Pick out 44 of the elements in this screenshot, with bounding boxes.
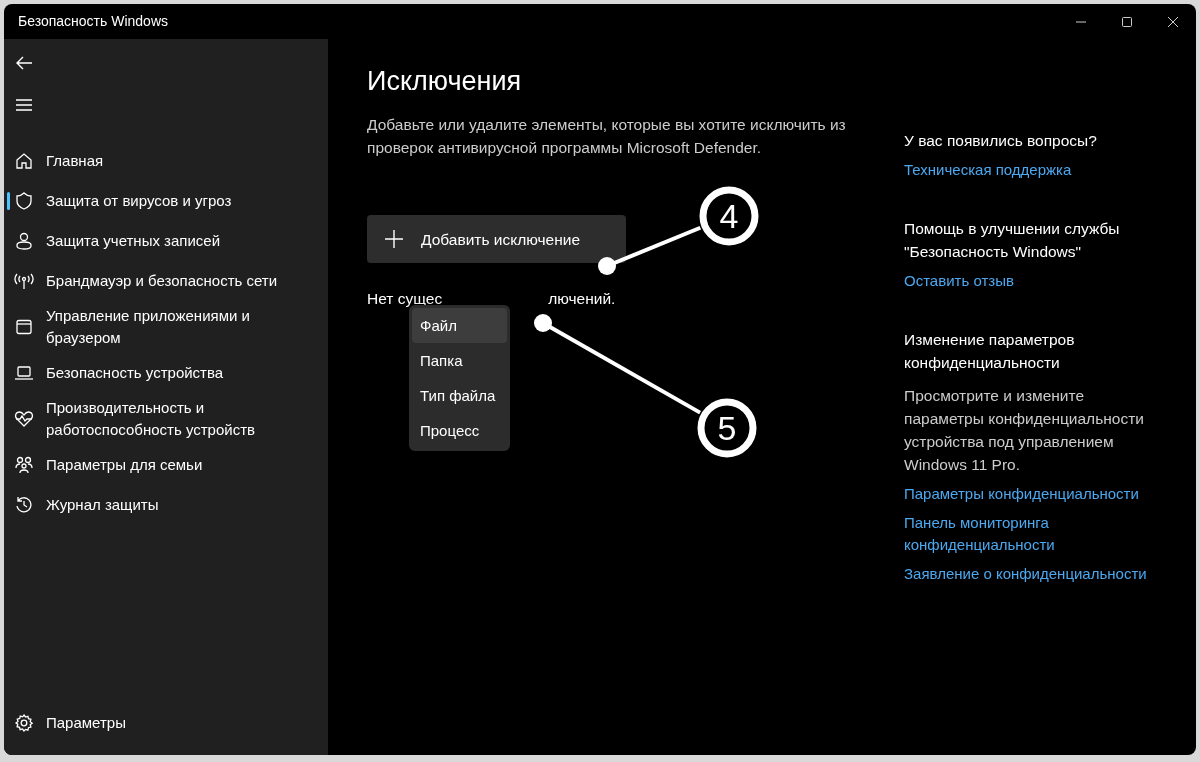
family-icon — [14, 455, 34, 475]
menu-item[interactable]: Папка — [412, 343, 507, 378]
sidebar-item[interactable]: Производительность и работоспособность устройств — [4, 393, 328, 445]
sidebar-item[interactable]: Защита от вирусов и угроз — [4, 181, 328, 221]
help-link[interactable]: Панель мониторинга конфиденциальности — [904, 512, 1164, 556]
help-link[interactable]: Техническая поддержка — [904, 159, 1164, 181]
description-text: Добавьте или удалите элементы, которые вы хотите исключить из проверок антивирусной программы Microsoft Defender. — [367, 115, 847, 159]
sidebar-item[interactable]: Главная — [4, 141, 328, 181]
sidebar-item[interactable]: Управление приложениями и браузером — [4, 301, 328, 353]
shield-icon — [14, 191, 34, 211]
section-heading: Изменение параметров конфиденциальности — [904, 330, 1076, 373]
help-link[interactable]: Оставить отзыв — [904, 270, 1164, 292]
sidebar-item[interactable]: Журнал защиты — [4, 485, 328, 525]
sidebar-item[interactable]: Параметры для семьи — [4, 445, 328, 485]
antenna-icon — [14, 271, 34, 291]
section-text: Просмотрите и измените параметры конфиденциальности устройства под управлением Windows 11 Pro. — [904, 386, 1145, 475]
sidebar-item[interactable]: Защита учетных записей — [4, 221, 328, 261]
menu-item[interactable]: Процесс — [412, 413, 507, 448]
history-icon — [14, 495, 34, 515]
status-text: лючений. — [548, 289, 616, 310]
close-icon[interactable] — [1168, 16, 1178, 27]
callout-number: 4 — [699, 186, 759, 246]
settings-item[interactable]: Параметры — [4, 703, 328, 743]
app-window-icon — [14, 317, 34, 337]
person-icon — [14, 231, 34, 251]
help-link[interactable]: Заявление о конфиденциальности — [904, 563, 1164, 585]
status-text: Нет сущес — [367, 289, 443, 310]
page-title: Исключения — [367, 65, 523, 98]
menu-item[interactable]: Файл — [412, 308, 507, 343]
maximize-icon[interactable] — [1122, 16, 1132, 27]
laptop-icon — [14, 363, 34, 383]
section-heading: Помощь в улучшении службы "Безопасность Windows" — [904, 219, 1121, 262]
sidebar-item[interactable]: Брандмауэр и безопасность сети — [4, 261, 328, 301]
settings-icon — [14, 713, 34, 733]
help-link[interactable]: Параметры конфиденциальности — [904, 483, 1164, 505]
window-title: Безопасность Windows — [18, 12, 168, 31]
plus-icon — [385, 230, 403, 249]
section-heading: У вас появились вопросы? — [904, 131, 1098, 151]
heart-pulse-icon — [14, 409, 34, 429]
callout-number: 5 — [697, 398, 757, 458]
home-icon — [14, 151, 34, 171]
sidebar-item[interactable]: Безопасность устройства — [4, 353, 328, 393]
add-exclusion-button[interactable]: Добавить исключение — [367, 215, 626, 264]
menu-item[interactable]: Тип файла — [412, 378, 507, 413]
